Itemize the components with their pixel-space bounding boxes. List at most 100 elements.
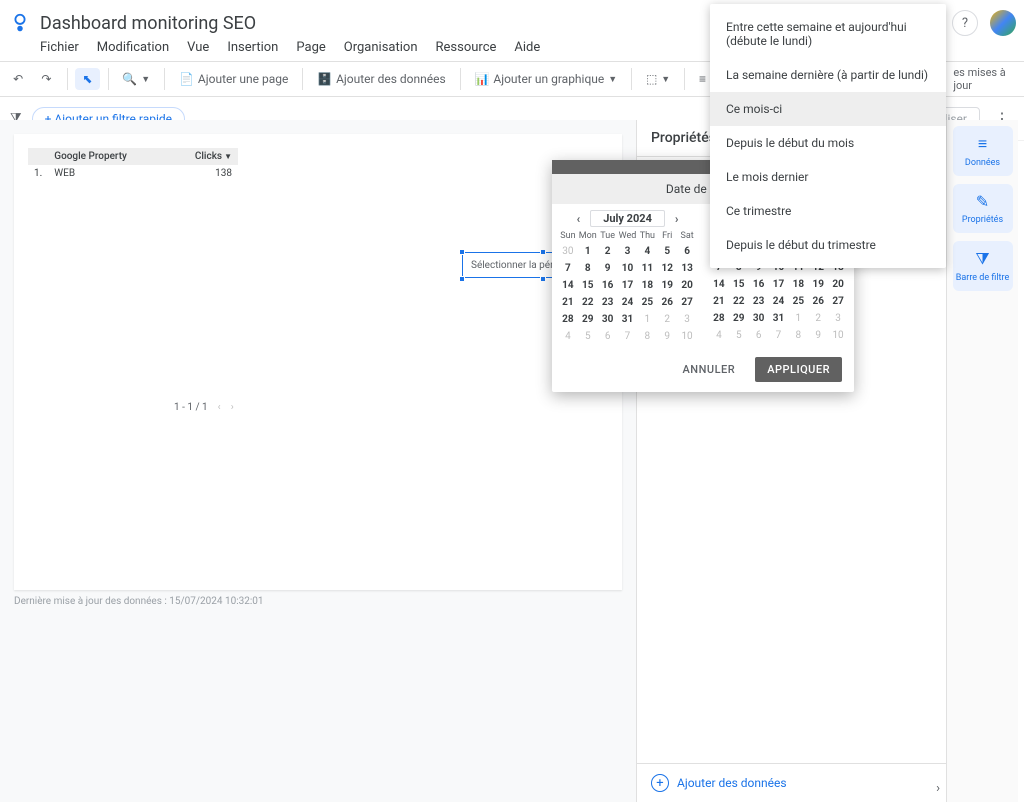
calendar-day[interactable]: 27 bbox=[828, 293, 848, 310]
rail-data-button[interactable]: ≡ Données bbox=[953, 126, 1013, 176]
preset-quarter-to-date[interactable]: Depuis le début du trimestre bbox=[710, 228, 946, 262]
calendar-day[interactable]: 22 bbox=[578, 294, 598, 311]
calendar-day[interactable]: 30 bbox=[558, 243, 578, 260]
calendar-day[interactable]: 8 bbox=[637, 328, 657, 345]
calendar-day[interactable]: 7 bbox=[769, 327, 789, 344]
calendar-day[interactable]: 20 bbox=[828, 276, 848, 293]
apply-button[interactable]: APPLIQUER bbox=[755, 357, 842, 382]
calendar-day[interactable]: 12 bbox=[657, 260, 677, 277]
calendar-day[interactable]: 26 bbox=[808, 293, 828, 310]
calendar-day[interactable]: 2 bbox=[657, 311, 677, 328]
calendar-day[interactable]: 20 bbox=[677, 277, 697, 294]
undo-button[interactable]: ↶ bbox=[6, 68, 30, 90]
redo-button[interactable]: ↷ bbox=[34, 68, 58, 90]
menu-insert[interactable]: Insertion bbox=[227, 40, 278, 55]
calendar-day[interactable]: 3 bbox=[677, 311, 697, 328]
select-tool[interactable]: ⬉ bbox=[75, 68, 99, 90]
calendar-day[interactable]: 19 bbox=[808, 276, 828, 293]
calendar-day[interactable]: 1 bbox=[578, 243, 598, 260]
calendar-day[interactable]: 8 bbox=[788, 327, 808, 344]
calendar-day[interactable]: 24 bbox=[618, 294, 638, 311]
menu-resource[interactable]: Ressource bbox=[436, 40, 497, 55]
calendar-day[interactable]: 10 bbox=[828, 327, 848, 344]
calendar-day[interactable]: 22 bbox=[729, 293, 749, 310]
preset-this-quarter[interactable]: Ce trimestre bbox=[710, 194, 946, 228]
pager-next-icon[interactable]: › bbox=[231, 402, 234, 413]
calendar-day[interactable]: 25 bbox=[637, 294, 657, 311]
calendar-day[interactable]: 23 bbox=[749, 293, 769, 310]
preset-this-month[interactable]: Ce mois-ci bbox=[710, 92, 946, 126]
calendar-day[interactable]: 5 bbox=[657, 243, 677, 260]
help-icon[interactable]: ? bbox=[952, 10, 978, 36]
calendar-day[interactable]: 13 bbox=[677, 260, 697, 277]
report-canvas[interactable]: Google Property Clicks▼ 1. WEB 138 1 - 1… bbox=[14, 134, 622, 590]
add-chart-button[interactable]: 📊Ajouter un graphique▼ bbox=[468, 68, 623, 90]
chevron-right-icon[interactable]: › bbox=[936, 781, 940, 796]
calendar-day[interactable]: 14 bbox=[709, 276, 729, 293]
preset-this-week[interactable]: Entre cette semaine et aujourd'hui (débu… bbox=[710, 10, 946, 58]
calendar-day[interactable]: 4 bbox=[637, 243, 657, 260]
calendar-day[interactable]: 31 bbox=[769, 310, 789, 327]
menu-file[interactable]: Fichier bbox=[40, 40, 79, 55]
calendar-day[interactable]: 28 bbox=[709, 310, 729, 327]
calendar-day[interactable]: 31 bbox=[618, 311, 638, 328]
menu-edit[interactable]: Modification bbox=[97, 40, 169, 55]
community-viz-button[interactable]: ⬚▼ bbox=[640, 68, 676, 90]
calendar-day[interactable]: 25 bbox=[788, 293, 808, 310]
calendar-day[interactable]: 6 bbox=[677, 243, 697, 260]
calendar-day[interactable]: 27 bbox=[677, 294, 697, 311]
calendar-day[interactable]: 17 bbox=[769, 276, 789, 293]
rail-filterbar-button[interactable]: ⧩ Barre de filtre bbox=[953, 241, 1013, 291]
calendar-day[interactable]: 14 bbox=[558, 277, 578, 294]
menu-help[interactable]: Aide bbox=[514, 40, 540, 55]
preset-last-month[interactable]: Le mois dernier bbox=[710, 160, 946, 194]
calendar-day[interactable]: 3 bbox=[618, 243, 638, 260]
calendar-day[interactable]: 10 bbox=[677, 328, 697, 345]
calendar-day[interactable]: 6 bbox=[749, 327, 769, 344]
calendar-day[interactable]: 8 bbox=[578, 260, 598, 277]
calendar-day[interactable]: 18 bbox=[788, 276, 808, 293]
canvas-area[interactable]: Google Property Clicks▼ 1. WEB 138 1 - 1… bbox=[0, 120, 636, 802]
zoom-button[interactable]: 🔍▼ bbox=[116, 68, 156, 90]
add-data-footer-button[interactable]: + Ajouter des données bbox=[637, 763, 946, 802]
calendar-day[interactable]: 5 bbox=[729, 327, 749, 344]
month-next-icon[interactable]: › bbox=[671, 212, 683, 226]
calendar-day[interactable]: 21 bbox=[709, 293, 729, 310]
col-google-property[interactable]: Google Property bbox=[48, 148, 168, 165]
calendar-day[interactable]: 4 bbox=[709, 327, 729, 344]
calendar-day[interactable]: 29 bbox=[729, 310, 749, 327]
calendar-day[interactable]: 11 bbox=[637, 260, 657, 277]
selection-handle[interactable] bbox=[459, 276, 465, 282]
preset-month-to-date[interactable]: Depuis le début du mois bbox=[710, 126, 946, 160]
table-row[interactable]: 1. WEB 138 bbox=[28, 165, 238, 182]
avatar[interactable] bbox=[990, 10, 1016, 36]
calendar-day[interactable]: 5 bbox=[578, 328, 598, 345]
menu-page[interactable]: Page bbox=[296, 40, 325, 55]
add-page-button[interactable]: 📄Ajouter une page bbox=[173, 68, 294, 90]
calendar-day[interactable]: 17 bbox=[618, 277, 638, 294]
calendar-day[interactable]: 9 bbox=[657, 328, 677, 345]
calendar-day[interactable]: 15 bbox=[578, 277, 598, 294]
menu-arrange[interactable]: Organisation bbox=[344, 40, 418, 55]
calendar-day[interactable]: 29 bbox=[578, 311, 598, 328]
preset-last-week[interactable]: La semaine dernière (à partir de lundi) bbox=[710, 58, 946, 92]
rail-properties-button[interactable]: ✎ Propriétés bbox=[953, 184, 1013, 233]
page-title[interactable]: Dashboard monitoring SEO bbox=[40, 13, 256, 34]
calendar-day[interactable]: 21 bbox=[558, 294, 578, 311]
calendar-day[interactable]: 9 bbox=[598, 260, 618, 277]
calendar-day[interactable]: 9 bbox=[808, 327, 828, 344]
calendar-day[interactable]: 16 bbox=[598, 277, 618, 294]
month-prev-icon[interactable]: ‹ bbox=[572, 212, 584, 226]
calendar-day[interactable]: 3 bbox=[828, 310, 848, 327]
calendar-day[interactable]: 4 bbox=[558, 328, 578, 345]
cancel-button[interactable]: ANNULER bbox=[673, 357, 746, 382]
calendar-day[interactable]: 2 bbox=[808, 310, 828, 327]
calendar-day[interactable]: 24 bbox=[769, 293, 789, 310]
calendar-day[interactable]: 28 bbox=[558, 311, 578, 328]
calendar-day[interactable]: 30 bbox=[749, 310, 769, 327]
selection-handle[interactable] bbox=[540, 249, 546, 255]
calendar-day[interactable]: 10 bbox=[618, 260, 638, 277]
calendar-day[interactable]: 7 bbox=[558, 260, 578, 277]
calendar-day[interactable]: 16 bbox=[749, 276, 769, 293]
calendar-day[interactable]: 30 bbox=[598, 311, 618, 328]
